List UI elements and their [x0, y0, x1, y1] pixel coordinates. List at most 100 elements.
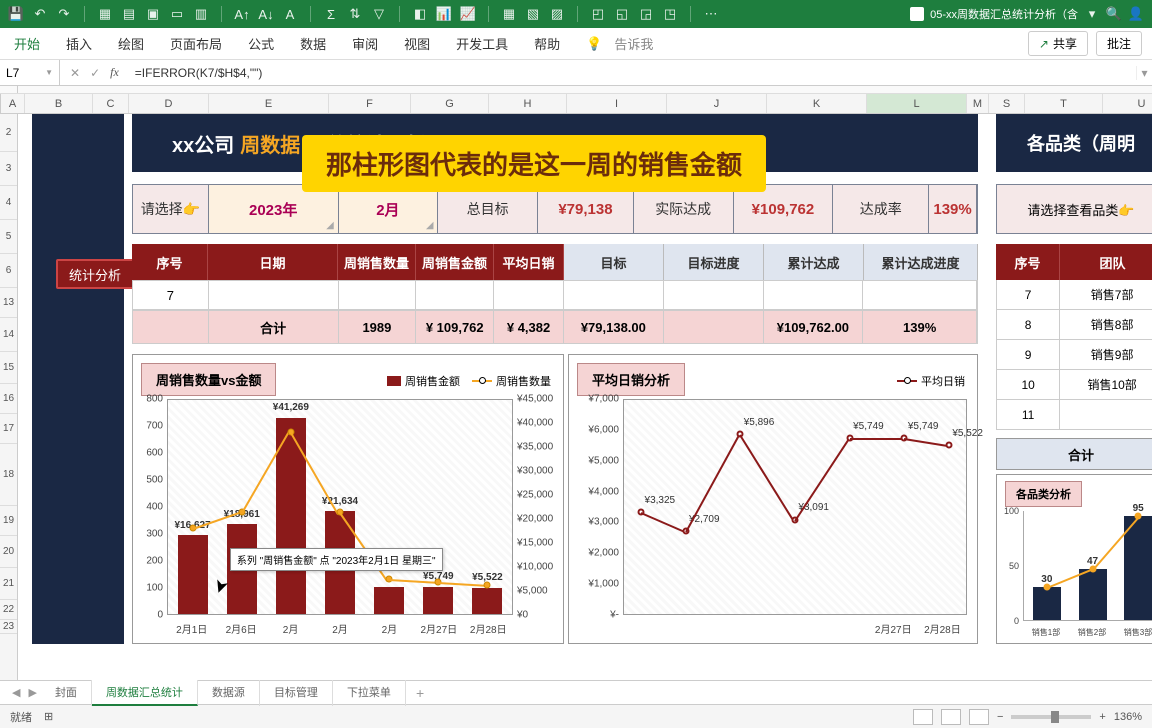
table-cell[interactable]	[664, 311, 764, 343]
row-header[interactable]: 15	[0, 352, 17, 384]
col-header[interactable]: G	[411, 94, 489, 113]
table-cell[interactable]: 合计	[209, 311, 339, 343]
table-row[interactable]: 9销售9部	[996, 340, 1152, 370]
table-row[interactable]: 7销售7部	[996, 280, 1152, 310]
cancel-icon[interactable]: ✕	[70, 66, 80, 80]
save-icon[interactable]: 💾	[8, 6, 24, 22]
tab-help[interactable]: 帮助	[530, 28, 564, 59]
row-header[interactable]: 21	[0, 568, 17, 600]
tab-home[interactable]: 开始	[10, 28, 44, 59]
row-header[interactable]: 20	[0, 536, 17, 568]
tool-icon[interactable]: ▧	[525, 6, 541, 22]
table-cell[interactable]: ¥ 4,382	[494, 311, 564, 343]
row-header[interactable]: 18	[0, 444, 17, 506]
tool-icon[interactable]: ▨	[549, 6, 565, 22]
filter-icon[interactable]: ▽	[371, 6, 387, 22]
fx-icon[interactable]: fx	[110, 65, 127, 80]
col-header[interactable]: B	[25, 94, 93, 113]
tool-icon[interactable]: ▤	[121, 6, 137, 22]
name-box[interactable]: L7▼	[0, 60, 60, 85]
col-header[interactable]: E	[209, 94, 329, 113]
col-header[interactable]: L	[867, 94, 967, 113]
tab-nav-prev[interactable]: ◀	[8, 686, 24, 699]
table-cell[interactable]	[133, 311, 209, 343]
format-icon[interactable]: A	[282, 6, 298, 22]
kpi-cell[interactable]: 2月◢	[339, 185, 439, 233]
view-break-button[interactable]	[969, 709, 989, 725]
fill-icon[interactable]: ◧	[412, 6, 428, 22]
row-header[interactable]: 17	[0, 414, 17, 444]
share-button[interactable]: ↗共享	[1028, 31, 1088, 56]
tool-icon[interactable]: ◱	[614, 6, 630, 22]
tab-nav-next[interactable]: ▶	[24, 686, 40, 699]
table-cell[interactable]: 1989	[339, 311, 417, 343]
row-header[interactable]: 16	[0, 384, 17, 414]
expand-formula-icon[interactable]: ▾	[1136, 66, 1152, 80]
table-cell[interactable]	[416, 281, 494, 309]
row-header[interactable]: 23	[0, 620, 17, 634]
view-layout-button[interactable]	[941, 709, 961, 725]
col-header[interactable]: S	[989, 94, 1025, 113]
sort-icon[interactable]: ⇅	[347, 6, 363, 22]
table-row[interactable]: 11	[996, 400, 1152, 430]
more-icon[interactable]: ⋯	[703, 6, 719, 22]
chart-icon[interactable]: 📊	[436, 6, 452, 22]
right-select-label[interactable]: 请选择查看品类👉◢	[996, 184, 1152, 234]
table-row[interactable]: 8销售8部	[996, 310, 1152, 340]
row-header[interactable]: 5	[0, 220, 17, 254]
col-header[interactable]: H	[489, 94, 567, 113]
tab-formula[interactable]: 公式	[244, 28, 278, 59]
tab-data[interactable]: 数据	[296, 28, 330, 59]
font-size-up-icon[interactable]: A↑	[234, 6, 250, 22]
tool-icon[interactable]: ▣	[145, 6, 161, 22]
tab-view[interactable]: 视图	[400, 28, 434, 59]
row-header[interactable]: 6	[0, 254, 17, 288]
row-header[interactable]: 19	[0, 506, 17, 536]
col-header[interactable]: T	[1025, 94, 1103, 113]
kpi-cell[interactable]: 2023年◢	[209, 185, 339, 233]
tool-icon[interactable]: ▥	[193, 6, 209, 22]
row-header[interactable]: 13	[0, 288, 17, 318]
tool-icon[interactable]: ▭	[169, 6, 185, 22]
table-cell[interactable]	[863, 281, 977, 309]
table-cell[interactable]	[339, 281, 417, 309]
chart-icon[interactable]: 📈	[460, 6, 476, 22]
table-cell[interactable]	[764, 281, 864, 309]
col-header[interactable]: C	[93, 94, 129, 113]
col-header[interactable]: F	[329, 94, 411, 113]
zoom-slider[interactable]	[1011, 715, 1091, 719]
comments-button[interactable]: 批注	[1096, 31, 1142, 56]
table-cell[interactable]: ¥79,138.00	[564, 311, 664, 343]
row-header[interactable]: 4	[0, 186, 17, 220]
tool-icon[interactable]: ◲	[638, 6, 654, 22]
row-header[interactable]: 3	[0, 152, 17, 186]
confirm-icon[interactable]: ✓	[90, 66, 100, 80]
search-icon[interactable]: 🔍	[1106, 6, 1122, 22]
dropdown-icon[interactable]: ▾	[1084, 6, 1100, 22]
sheet-canvas[interactable]: 统计分析 xx公司 周数据 汇总统计分析 请选择👉2023年◢2月◢总目标¥79…	[18, 114, 1152, 680]
col-header[interactable]: I	[567, 94, 667, 113]
tool-icon[interactable]: ◳	[662, 6, 678, 22]
row-header[interactable]: 22	[0, 600, 17, 620]
view-normal-button[interactable]	[913, 709, 933, 725]
table-cell[interactable]: 139%	[863, 311, 977, 343]
accessibility-icon[interactable]: ⊞	[44, 710, 53, 723]
font-size-down-icon[interactable]: A↓	[258, 6, 274, 22]
table-cell[interactable]: ¥109,762.00	[764, 311, 864, 343]
row-header[interactable]: 2	[0, 114, 17, 152]
undo-icon[interactable]: ↶	[32, 6, 48, 22]
tellme[interactable]: 告诉我	[610, 28, 657, 59]
zoom-level[interactable]: 136%	[1114, 711, 1142, 723]
kpi-cell[interactable]: 请选择👉	[133, 185, 209, 233]
stat-analysis-button[interactable]: 统计分析	[56, 259, 134, 289]
sheet-tab[interactable]: 周数据汇总统计	[92, 680, 198, 706]
chart-daily-avg[interactable]: 平均日销分析 平均日销 ¥-¥1,000¥2,000¥3,000¥4,000¥5…	[568, 354, 978, 644]
table-row[interactable]: 10销售10部	[996, 370, 1152, 400]
table-cell[interactable]	[494, 281, 564, 309]
col-header[interactable]: J	[667, 94, 767, 113]
sheet-tab[interactable]: 目标管理	[260, 680, 333, 706]
row-header[interactable]: 14	[0, 318, 17, 352]
sheet-tab[interactable]: 封面	[41, 680, 92, 706]
tab-layout[interactable]: 页面布局	[166, 28, 226, 59]
col-header[interactable]: M	[967, 94, 989, 113]
